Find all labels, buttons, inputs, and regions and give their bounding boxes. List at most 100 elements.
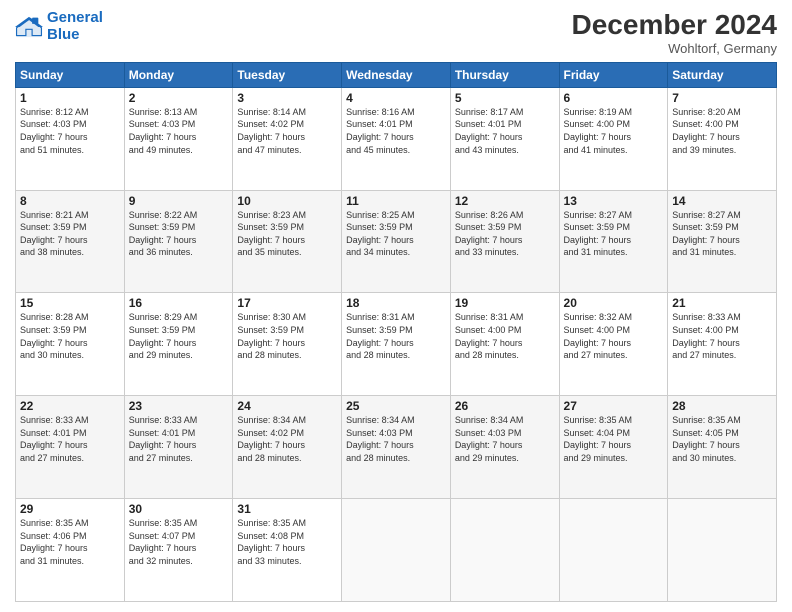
day-info: Sunrise: 8:27 AM Sunset: 3:59 PM Dayligh… [564, 209, 664, 259]
logo-line1: General [47, 9, 103, 26]
calendar-cell: 3Sunrise: 8:14 AM Sunset: 4:02 PM Daylig… [233, 87, 342, 190]
day-number: 1 [20, 91, 120, 105]
day-info: Sunrise: 8:13 AM Sunset: 4:03 PM Dayligh… [129, 106, 229, 156]
calendar-cell: 24Sunrise: 8:34 AM Sunset: 4:02 PM Dayli… [233, 396, 342, 499]
calendar-cell: 21Sunrise: 8:33 AM Sunset: 4:00 PM Dayli… [668, 293, 777, 396]
day-info: Sunrise: 8:31 AM Sunset: 4:00 PM Dayligh… [455, 311, 555, 361]
calendar-cell: 10Sunrise: 8:23 AM Sunset: 3:59 PM Dayli… [233, 190, 342, 293]
calendar-cell: 6Sunrise: 8:19 AM Sunset: 4:00 PM Daylig… [559, 87, 668, 190]
day-number: 11 [346, 194, 446, 208]
calendar-week-5: 29Sunrise: 8:35 AM Sunset: 4:06 PM Dayli… [16, 499, 777, 602]
calendar-cell: 16Sunrise: 8:29 AM Sunset: 3:59 PM Dayli… [124, 293, 233, 396]
day-info: Sunrise: 8:35 AM Sunset: 4:07 PM Dayligh… [129, 517, 229, 567]
calendar-cell: 25Sunrise: 8:34 AM Sunset: 4:03 PM Dayli… [342, 396, 451, 499]
day-info: Sunrise: 8:33 AM Sunset: 4:00 PM Dayligh… [672, 311, 772, 361]
day-number: 23 [129, 399, 229, 413]
day-number: 16 [129, 296, 229, 310]
day-info: Sunrise: 8:22 AM Sunset: 3:59 PM Dayligh… [129, 209, 229, 259]
day-info: Sunrise: 8:33 AM Sunset: 4:01 PM Dayligh… [20, 414, 120, 464]
day-info: Sunrise: 8:19 AM Sunset: 4:00 PM Dayligh… [564, 106, 664, 156]
day-info: Sunrise: 8:25 AM Sunset: 3:59 PM Dayligh… [346, 209, 446, 259]
day-info: Sunrise: 8:12 AM Sunset: 4:03 PM Dayligh… [20, 106, 120, 156]
calendar-week-4: 22Sunrise: 8:33 AM Sunset: 4:01 PM Dayli… [16, 396, 777, 499]
calendar-cell: 11Sunrise: 8:25 AM Sunset: 3:59 PM Dayli… [342, 190, 451, 293]
calendar-cell: 7Sunrise: 8:20 AM Sunset: 4:00 PM Daylig… [668, 87, 777, 190]
day-info: Sunrise: 8:35 AM Sunset: 4:04 PM Dayligh… [564, 414, 664, 464]
calendar-cell: 13Sunrise: 8:27 AM Sunset: 3:59 PM Dayli… [559, 190, 668, 293]
day-info: Sunrise: 8:34 AM Sunset: 4:03 PM Dayligh… [455, 414, 555, 464]
calendar-cell: 29Sunrise: 8:35 AM Sunset: 4:06 PM Dayli… [16, 499, 125, 602]
calendar-cell: 17Sunrise: 8:30 AM Sunset: 3:59 PM Dayli… [233, 293, 342, 396]
day-number: 18 [346, 296, 446, 310]
day-number: 26 [455, 399, 555, 413]
day-number: 17 [237, 296, 337, 310]
day-number: 9 [129, 194, 229, 208]
title-block: December 2024 Wohltorf, Germany [572, 10, 777, 56]
day-number: 13 [564, 194, 664, 208]
logo-line2: Blue [47, 26, 80, 43]
day-info: Sunrise: 8:35 AM Sunset: 4:08 PM Dayligh… [237, 517, 337, 567]
day-info: Sunrise: 8:32 AM Sunset: 4:00 PM Dayligh… [564, 311, 664, 361]
calendar-cell: 30Sunrise: 8:35 AM Sunset: 4:07 PM Dayli… [124, 499, 233, 602]
day-number: 12 [455, 194, 555, 208]
day-header-wednesday: Wednesday [342, 62, 451, 87]
day-number: 4 [346, 91, 446, 105]
day-number: 2 [129, 91, 229, 105]
day-number: 6 [564, 91, 664, 105]
calendar-week-1: 1Sunrise: 8:12 AM Sunset: 4:03 PM Daylig… [16, 87, 777, 190]
calendar-cell: 20Sunrise: 8:32 AM Sunset: 4:00 PM Dayli… [559, 293, 668, 396]
calendar-cell: 5Sunrise: 8:17 AM Sunset: 4:01 PM Daylig… [450, 87, 559, 190]
day-number: 30 [129, 502, 229, 516]
calendar-cell: 26Sunrise: 8:34 AM Sunset: 4:03 PM Dayli… [450, 396, 559, 499]
day-info: Sunrise: 8:23 AM Sunset: 3:59 PM Dayligh… [237, 209, 337, 259]
logo-icon [15, 15, 43, 39]
calendar-cell: 18Sunrise: 8:31 AM Sunset: 3:59 PM Dayli… [342, 293, 451, 396]
calendar-cell [342, 499, 451, 602]
day-header-tuesday: Tuesday [233, 62, 342, 87]
day-info: Sunrise: 8:16 AM Sunset: 4:01 PM Dayligh… [346, 106, 446, 156]
calendar-header-row: SundayMondayTuesdayWednesdayThursdayFrid… [16, 62, 777, 87]
day-number: 22 [20, 399, 120, 413]
day-number: 5 [455, 91, 555, 105]
calendar-cell [668, 499, 777, 602]
day-info: Sunrise: 8:34 AM Sunset: 4:02 PM Dayligh… [237, 414, 337, 464]
day-info: Sunrise: 8:35 AM Sunset: 4:06 PM Dayligh… [20, 517, 120, 567]
day-info: Sunrise: 8:31 AM Sunset: 3:59 PM Dayligh… [346, 311, 446, 361]
calendar-cell: 15Sunrise: 8:28 AM Sunset: 3:59 PM Dayli… [16, 293, 125, 396]
calendar-cell: 1Sunrise: 8:12 AM Sunset: 4:03 PM Daylig… [16, 87, 125, 190]
month-title: December 2024 [572, 10, 777, 41]
calendar-cell: 22Sunrise: 8:33 AM Sunset: 4:01 PM Dayli… [16, 396, 125, 499]
calendar-cell: 9Sunrise: 8:22 AM Sunset: 3:59 PM Daylig… [124, 190, 233, 293]
day-header-saturday: Saturday [668, 62, 777, 87]
day-info: Sunrise: 8:21 AM Sunset: 3:59 PM Dayligh… [20, 209, 120, 259]
day-info: Sunrise: 8:20 AM Sunset: 4:00 PM Dayligh… [672, 106, 772, 156]
subtitle: Wohltorf, Germany [572, 41, 777, 56]
header: General Blue December 2024 Wohltorf, Ger… [15, 10, 777, 56]
logo-text: General Blue [47, 10, 103, 43]
day-header-thursday: Thursday [450, 62, 559, 87]
calendar-cell: 28Sunrise: 8:35 AM Sunset: 4:05 PM Dayli… [668, 396, 777, 499]
calendar-week-2: 8Sunrise: 8:21 AM Sunset: 3:59 PM Daylig… [16, 190, 777, 293]
day-info: Sunrise: 8:17 AM Sunset: 4:01 PM Dayligh… [455, 106, 555, 156]
day-number: 31 [237, 502, 337, 516]
day-info: Sunrise: 8:14 AM Sunset: 4:02 PM Dayligh… [237, 106, 337, 156]
calendar-cell: 2Sunrise: 8:13 AM Sunset: 4:03 PM Daylig… [124, 87, 233, 190]
day-info: Sunrise: 8:27 AM Sunset: 3:59 PM Dayligh… [672, 209, 772, 259]
day-number: 19 [455, 296, 555, 310]
calendar-cell: 12Sunrise: 8:26 AM Sunset: 3:59 PM Dayli… [450, 190, 559, 293]
calendar-table: SundayMondayTuesdayWednesdayThursdayFrid… [15, 62, 777, 602]
day-header-friday: Friday [559, 62, 668, 87]
day-number: 25 [346, 399, 446, 413]
calendar-cell: 19Sunrise: 8:31 AM Sunset: 4:00 PM Dayli… [450, 293, 559, 396]
day-info: Sunrise: 8:33 AM Sunset: 4:01 PM Dayligh… [129, 414, 229, 464]
day-number: 3 [237, 91, 337, 105]
calendar-cell: 8Sunrise: 8:21 AM Sunset: 3:59 PM Daylig… [16, 190, 125, 293]
day-info: Sunrise: 8:26 AM Sunset: 3:59 PM Dayligh… [455, 209, 555, 259]
day-number: 27 [564, 399, 664, 413]
day-number: 8 [20, 194, 120, 208]
day-number: 10 [237, 194, 337, 208]
day-number: 15 [20, 296, 120, 310]
day-header-monday: Monday [124, 62, 233, 87]
day-number: 7 [672, 91, 772, 105]
calendar-cell: 31Sunrise: 8:35 AM Sunset: 4:08 PM Dayli… [233, 499, 342, 602]
